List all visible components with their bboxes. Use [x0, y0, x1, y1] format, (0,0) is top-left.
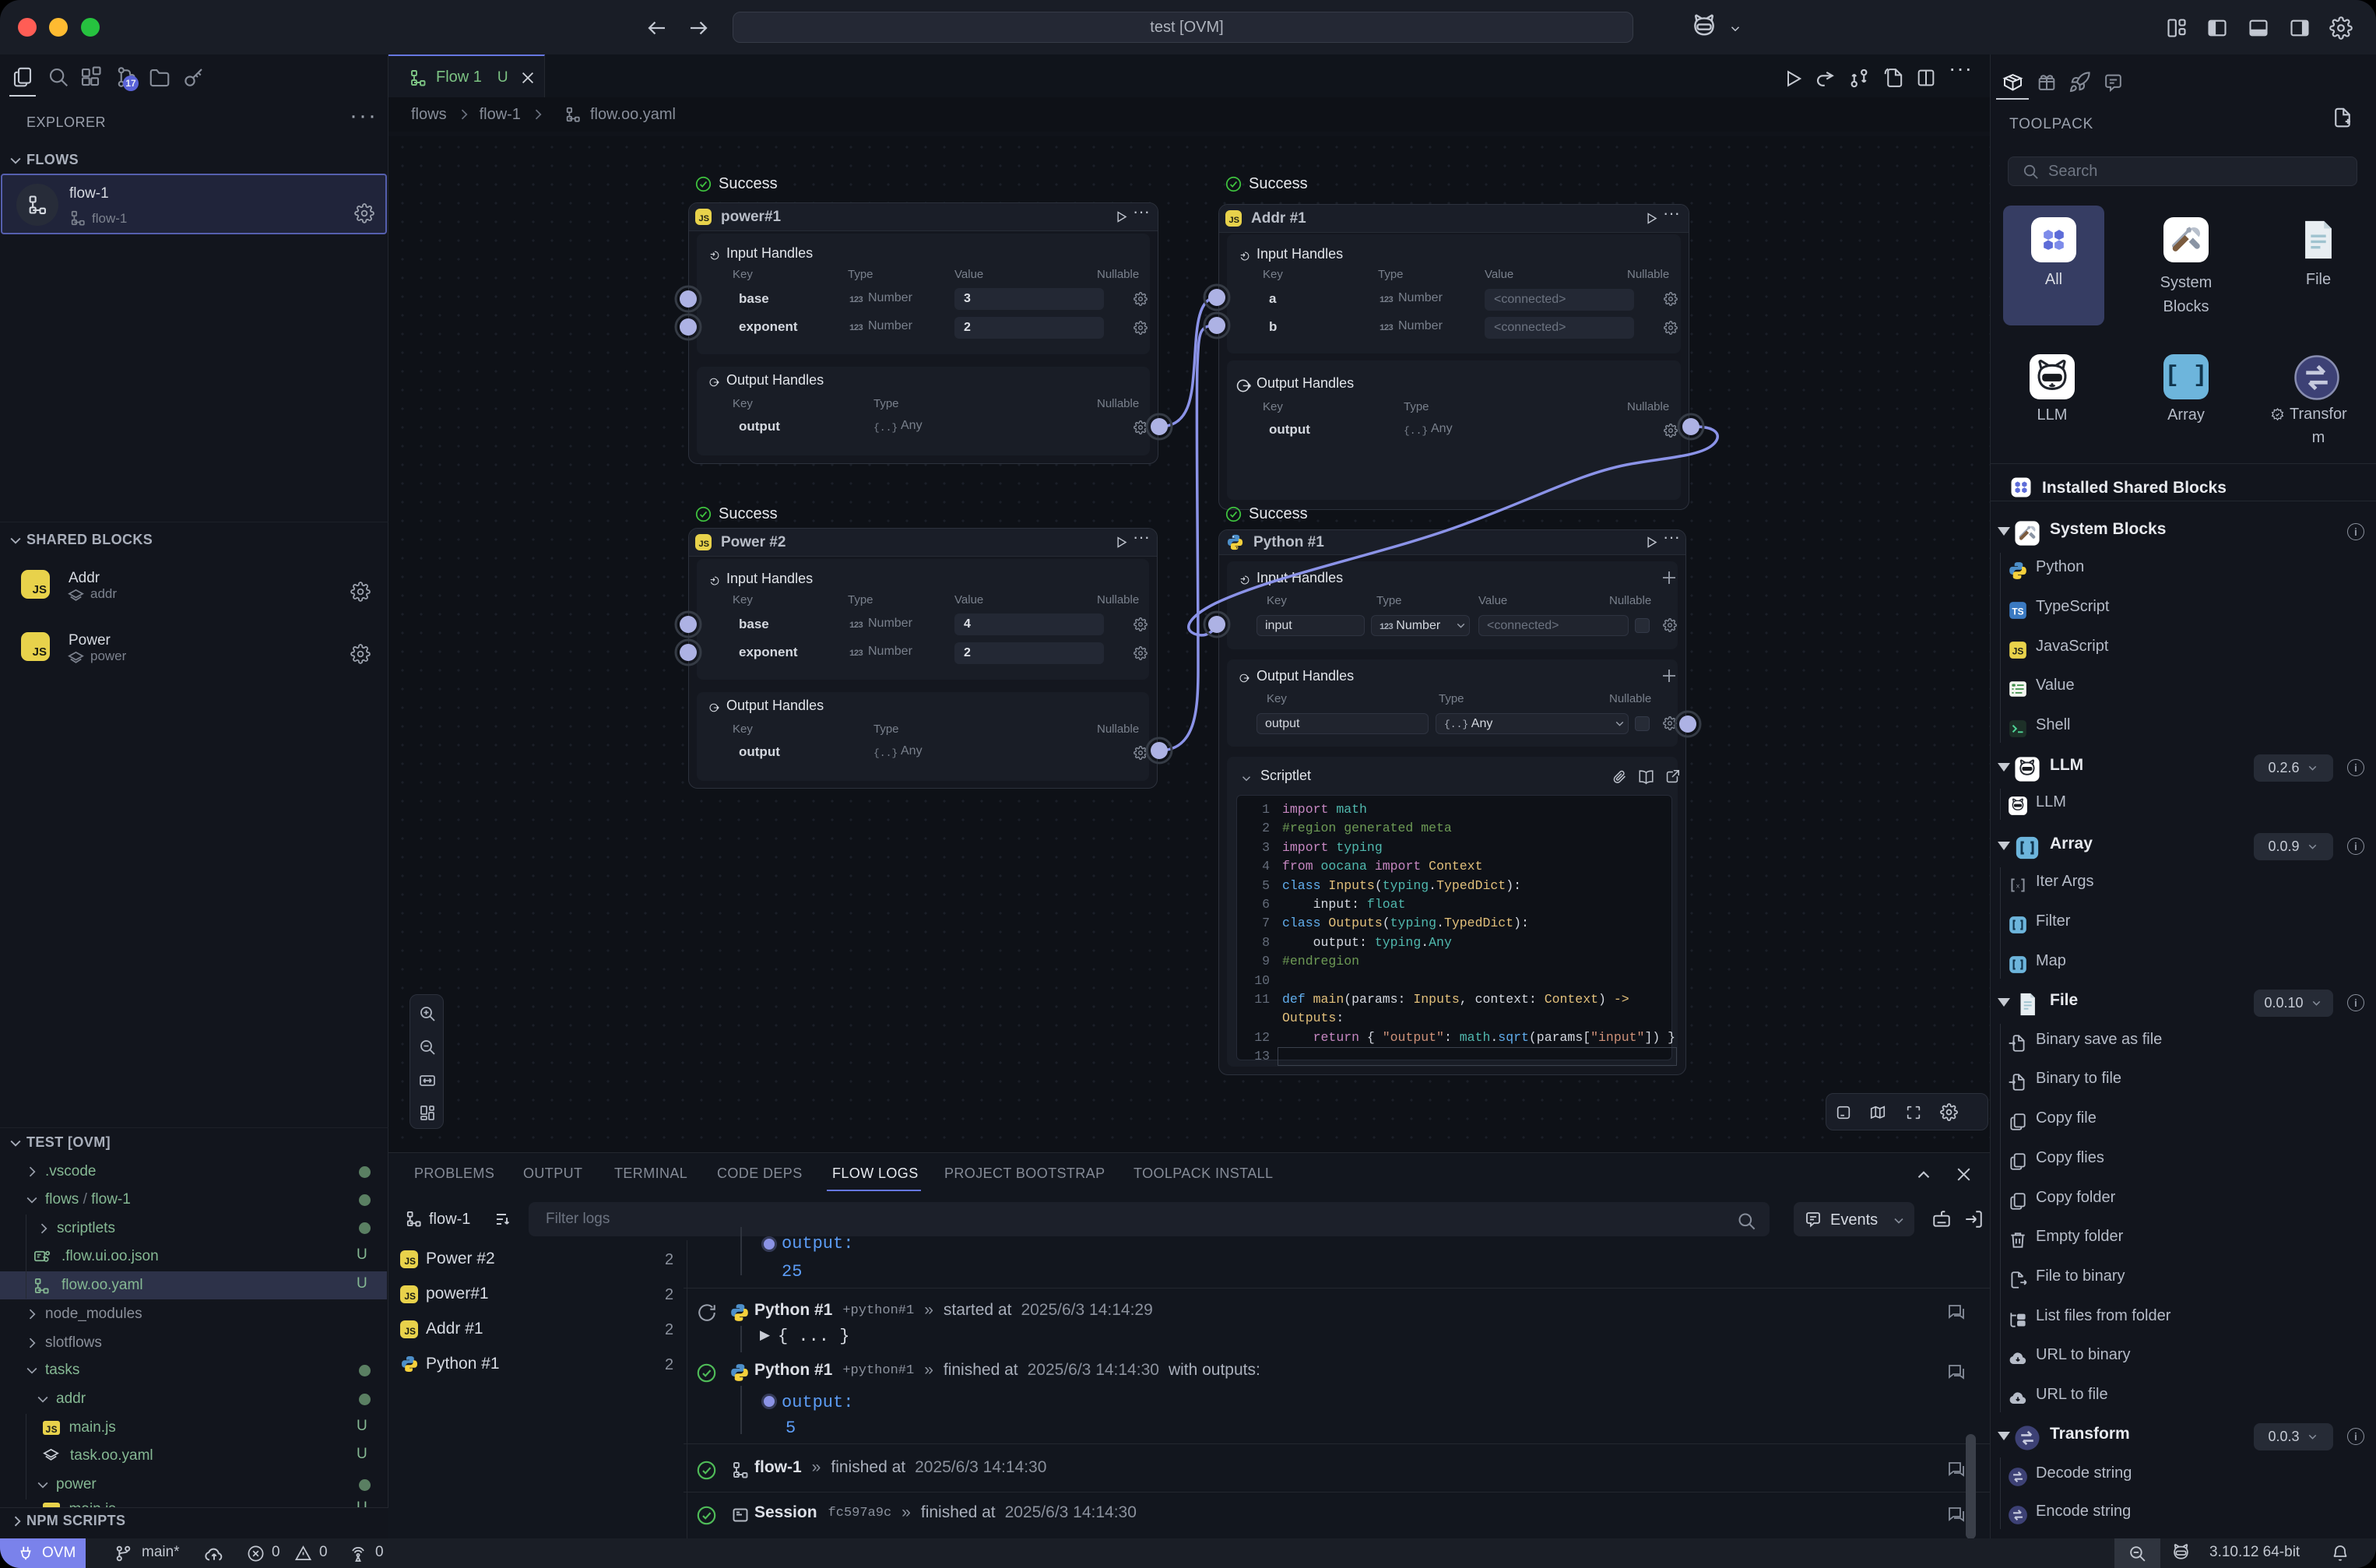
svg-text:x: x — [2016, 882, 2019, 890]
svg-text:JS: JS — [2012, 645, 2024, 656]
svg-text:TS: TS — [2012, 606, 2023, 617]
